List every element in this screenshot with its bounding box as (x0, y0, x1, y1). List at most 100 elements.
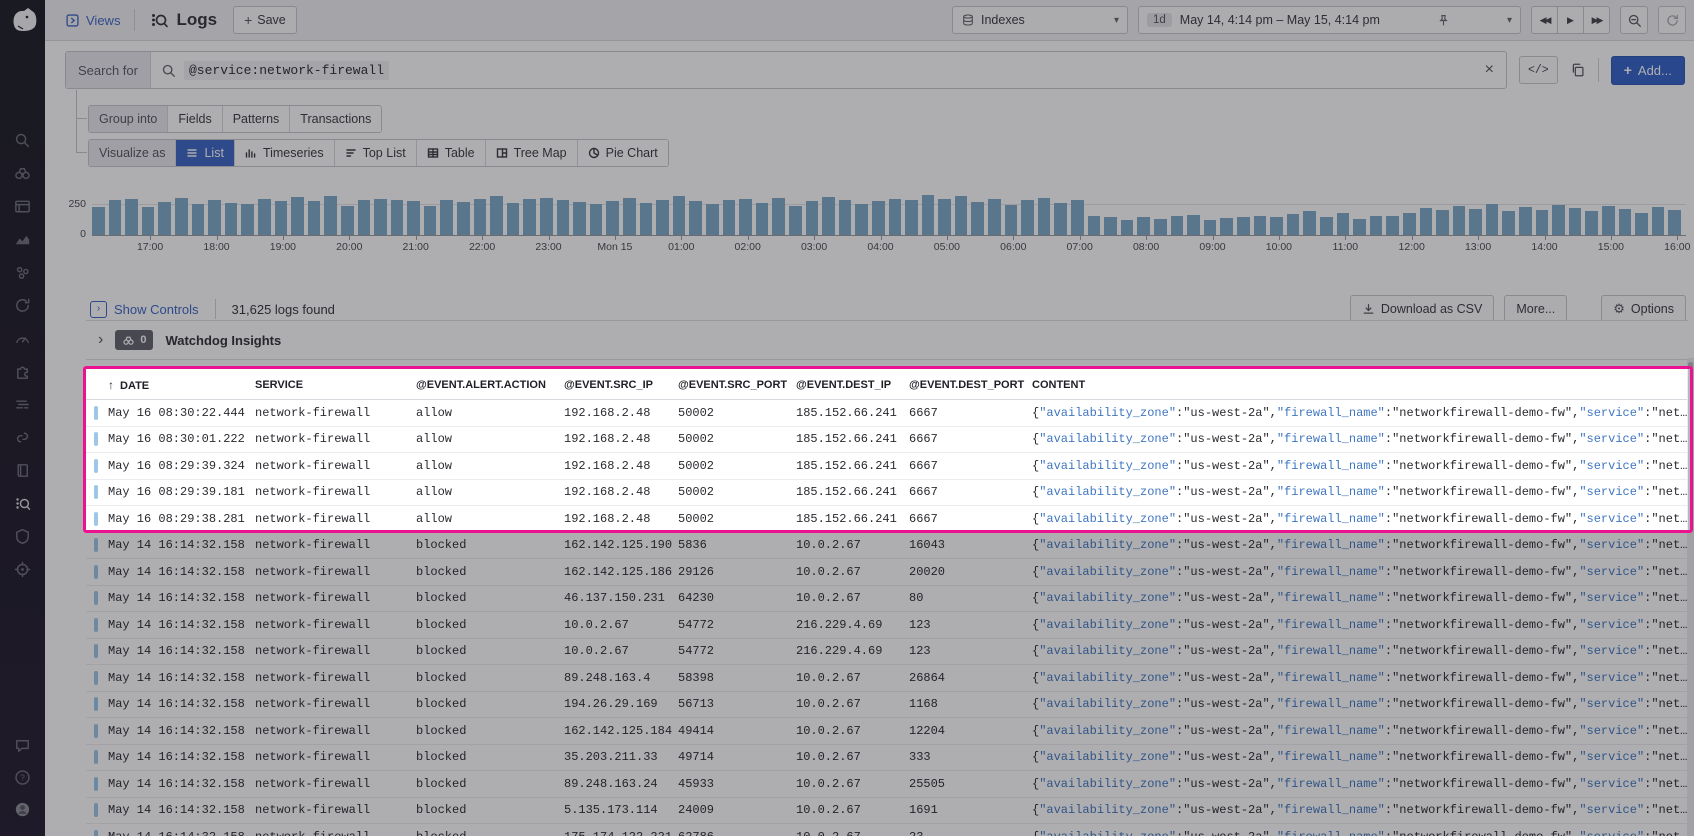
viz-tab-timeseries[interactable]: Timeseries (234, 140, 335, 166)
sidebar-item-infrastructure[interactable] (8, 259, 38, 285)
histogram-bar (1552, 205, 1565, 235)
datadog-logo[interactable] (8, 5, 38, 35)
viz-tab-table[interactable]: Table (416, 140, 486, 166)
cell-date: May 14 16:14:32.158 (108, 617, 245, 632)
sidebar-item-synthetics[interactable] (8, 424, 38, 450)
histogram-bar (473, 199, 487, 235)
column-header-dest-ip[interactable]: @EVENT.DEST_IP (796, 379, 909, 391)
histogram-bar (888, 199, 902, 235)
column-header-dest-port[interactable]: @EVENT.DEST_PORT (909, 379, 1032, 391)
clear-search-icon[interactable]: × (1485, 61, 1494, 79)
log-row[interactable]: May 14 16:14:32.158network-firewallblock… (86, 797, 1688, 824)
histogram-bar (257, 199, 271, 235)
log-row[interactable]: May 14 16:14:32.158network-firewallblock… (86, 612, 1688, 639)
vertical-scrollbar[interactable] (1687, 358, 1694, 836)
group-tab-transactions[interactable]: Transactions (290, 106, 382, 132)
sidebar-item-watchdog[interactable] (8, 160, 38, 186)
sidebar-item-apm[interactable] (8, 292, 38, 318)
zoom-out-button[interactable] (1620, 6, 1648, 34)
log-row[interactable]: May 14 16:14:32.158network-firewallblock… (86, 771, 1688, 798)
log-row[interactable]: May 14 16:14:32.158network-firewallblock… (86, 532, 1688, 559)
sidebar-item-monitors[interactable] (8, 325, 38, 351)
cell-service: network-firewall (255, 511, 371, 526)
sidebar-item-help[interactable]: ? (8, 764, 38, 790)
column-header-date[interactable]: ↑ DATE (108, 378, 255, 392)
viz-tab-tree-map[interactable]: Tree Map (485, 140, 578, 166)
log-search-bar[interactable]: Search for @service:network-firewall × (65, 51, 1507, 89)
sidebar-item-dashboards[interactable] (8, 193, 38, 219)
database-icon (963, 14, 973, 26)
log-table-body: May 16 08:30:22.444 network-firewall allow… (86, 400, 1688, 836)
group-tab-fields[interactable]: Fields (168, 106, 223, 132)
group-tab-patterns[interactable]: Patterns (222, 106, 291, 132)
cell-content: {"availability_zone":"us-west-2a","firew… (1032, 644, 1688, 659)
sidebar-item-security[interactable] (8, 523, 38, 549)
log-volume-histogram[interactable]: 250 0 17:00 18:00 19:00 20:00 21:00 22:00 23:0… (68, 194, 1690, 256)
watchdog-insights-row[interactable]: › 0 Watchdog Insights (86, 320, 1688, 360)
log-row[interactable]: May 16 08:30:01.222 network-firewall allow… (86, 426, 1688, 453)
raw-query-button[interactable]: </> (1519, 56, 1558, 84)
page-title-text: Logs (176, 10, 218, 29)
add-button[interactable]: + Add... (1610, 55, 1685, 85)
play-live-button[interactable]: ▶ (1558, 6, 1584, 34)
sidebar-item-pipelines[interactable] (8, 391, 38, 417)
cell-src-port: 29126 (678, 564, 715, 579)
cell-dest-port: 26864 (909, 670, 946, 685)
cell-src-port: 49714 (678, 750, 715, 765)
column-header-content[interactable]: CONTENT (1032, 379, 1688, 391)
shift-back-button[interactable]: ◀◀ (1531, 6, 1558, 34)
log-row[interactable]: May 14 16:14:32.158network-firewallblock… (86, 718, 1688, 745)
sidebar-item-logs[interactable] (8, 490, 38, 516)
shift-forward-button[interactable]: ▶▶ (1584, 6, 1610, 34)
log-row[interactable]: May 14 16:14:32.158network-firewallblock… (86, 744, 1688, 771)
logs-explorer-page: ? Views Logs + Save Indexes ▾ 1d May 14,… (0, 0, 1694, 836)
pin-icon[interactable] (1437, 14, 1450, 27)
sidebar-item-metrics[interactable] (8, 226, 38, 252)
cell-date: May 14 16:14:32.158 (108, 564, 245, 579)
column-header-src-port[interactable]: @EVENT.SRC_PORT (678, 379, 796, 391)
sidebar-item-integrations[interactable] (8, 358, 38, 384)
x-axis-tick-label: 09:00 (1199, 241, 1226, 253)
sidebar-item-notebooks[interactable] (8, 457, 38, 483)
histogram-bar (141, 207, 155, 235)
log-row[interactable]: May 16 08:29:39.324 network-firewall allow… (86, 453, 1688, 480)
scrollbar-thumb[interactable] (1688, 362, 1693, 532)
log-row[interactable]: May 16 08:29:39.181 network-firewall allow… (86, 479, 1688, 506)
sidebar-item-user-avatar[interactable] (8, 796, 38, 822)
show-controls-link[interactable]: › Show Controls (90, 300, 199, 318)
log-row[interactable]: May 14 16:14:32.158network-firewallblock… (86, 559, 1688, 586)
sidebar-item-search[interactable] (8, 127, 38, 153)
cell-date: May 14 16:14:32.158 (108, 644, 245, 659)
column-header-alert-action[interactable]: @EVENT.ALERT.ACTION (416, 379, 564, 391)
log-row[interactable]: May 14 16:14:32.158network-firewallblock… (86, 638, 1688, 665)
table-icon (427, 148, 438, 158)
x-axis-tick-mark (1610, 236, 1612, 240)
copy-button[interactable] (1570, 62, 1586, 78)
histogram-bar (1054, 203, 1068, 235)
histogram-bar (92, 207, 105, 235)
column-header-src-ip[interactable]: @EVENT.SRC_IP (564, 379, 678, 391)
log-row[interactable]: May 16 08:30:22.444 network-firewall allow… (86, 400, 1688, 427)
column-header-service[interactable]: SERVICE (255, 379, 416, 391)
indexes-dropdown[interactable]: Indexes ▾ (952, 6, 1128, 34)
log-row[interactable]: May 16 08:29:38.281 network-firewall allow… (86, 506, 1688, 533)
viz-tab-top-list[interactable]: Top List (334, 140, 417, 166)
views-button[interactable]: Views (65, 13, 120, 28)
x-axis-tick-label: 17:00 (136, 241, 164, 253)
viz-tab-list[interactable]: List (176, 140, 235, 166)
log-row[interactable]: May 14 16:14:32.158network-firewallblock… (86, 585, 1688, 612)
more-label: More... (1516, 302, 1556, 316)
log-row[interactable]: May 14 16:14:32.158network-firewallblock… (86, 691, 1688, 718)
histogram-bar (689, 201, 702, 235)
search-query[interactable]: @service:network-firewall (183, 60, 390, 80)
time-range-picker[interactable]: 1d May 14, 4:14 pm – May 15, 4:14 pm ▾ (1138, 6, 1521, 34)
viz-tab-pie-chart[interactable]: Pie Chart (577, 140, 668, 166)
sidebar-item-chat[interactable] (8, 732, 38, 758)
save-button[interactable]: + Save (233, 6, 297, 34)
sidebar-item-rum[interactable] (8, 556, 38, 582)
cell-src-ip: 194.26.29.169 (564, 697, 658, 712)
refresh-button[interactable] (1658, 6, 1686, 34)
log-row[interactable]: May 14 16:14:32.158network-firewallblock… (86, 824, 1688, 836)
histogram-bar (1336, 213, 1350, 235)
log-row[interactable]: May 14 16:14:32.158network-firewallblock… (86, 665, 1688, 692)
